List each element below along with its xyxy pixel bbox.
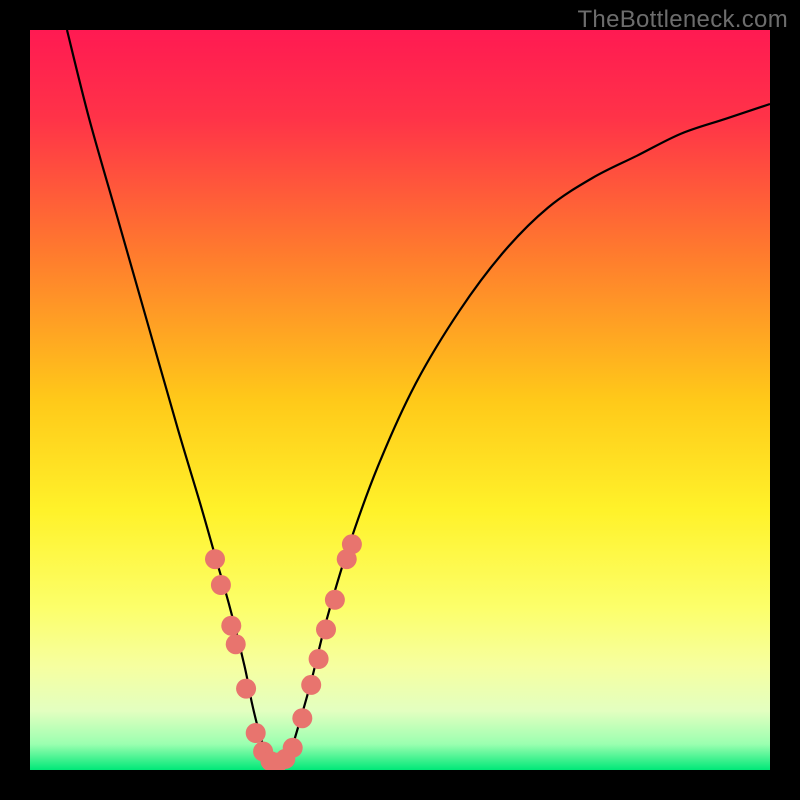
chart-frame: TheBottleneck.com — [0, 0, 800, 800]
data-marker — [342, 534, 362, 554]
data-marker — [226, 634, 246, 654]
plot-area — [30, 30, 770, 770]
data-marker — [301, 675, 321, 695]
data-marker — [236, 679, 256, 699]
data-marker — [246, 723, 266, 743]
watermark-text: TheBottleneck.com — [577, 6, 788, 34]
data-marker — [205, 549, 225, 569]
data-marker — [211, 575, 231, 595]
data-marker — [325, 590, 345, 610]
plot-svg — [30, 30, 770, 770]
data-marker — [283, 738, 303, 758]
data-marker — [221, 616, 241, 636]
data-marker — [316, 619, 336, 639]
data-marker — [309, 649, 329, 669]
data-marker — [292, 708, 312, 728]
gradient-background — [30, 30, 770, 770]
